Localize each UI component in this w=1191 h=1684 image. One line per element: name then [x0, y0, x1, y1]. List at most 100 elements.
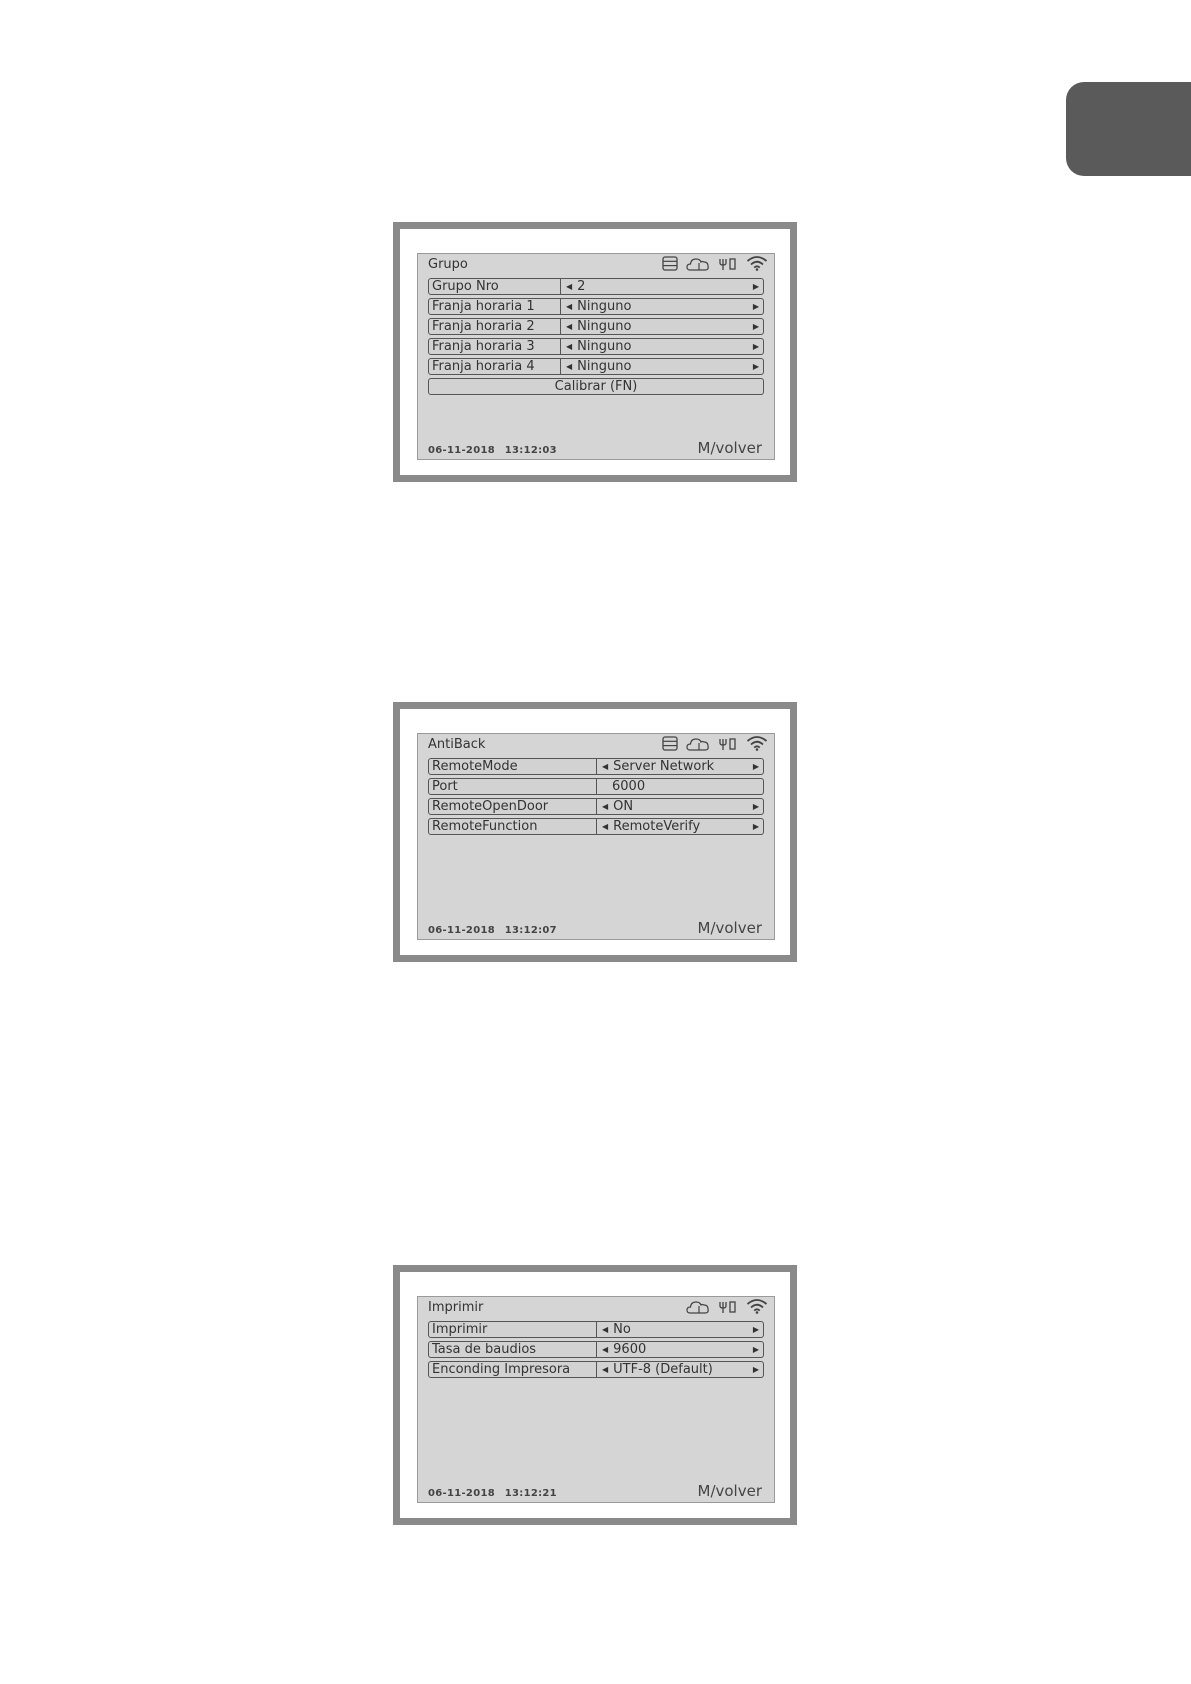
- menu-row-franja-horaria-2[interactable]: Franja horaria 2 ◀ Ninguno ▶: [428, 318, 764, 335]
- cloud-icon: [686, 737, 709, 751]
- brand-logo: M/volver: [697, 919, 763, 937]
- menu-row-grupo-nro[interactable]: Grupo Nro ◀ 2 ▶: [428, 278, 764, 295]
- row-label: Franja horaria 1: [429, 299, 561, 314]
- arrow-right-icon[interactable]: ▶: [753, 279, 759, 294]
- row-value[interactable]: ◀ 9600 ▶: [597, 1342, 763, 1357]
- menu-list: Imprimir ◀ No ▶ Tasa de baudios ◀ 9600 ▶ Enc…: [428, 1321, 764, 1381]
- menu-row-franja-horaria-3[interactable]: Franja horaria 3 ◀ Ninguno ▶: [428, 338, 764, 355]
- lcd-screen: Imprimir Imprimir ◀ No ▶ Tasa de baudios ◀…: [417, 1296, 775, 1503]
- time-text: 13:12:07: [504, 925, 557, 936]
- device-bezel: Imprimir Imprimir ◀ No ▶ Tasa de baudios ◀…: [400, 1272, 790, 1518]
- calibrate-button[interactable]: Calibrar (FN): [428, 378, 764, 395]
- date-text: 06-11-2018: [428, 1488, 495, 1499]
- datetime-readout: 06-11-2018 13:12:03: [428, 445, 557, 456]
- storage-icon: [662, 256, 678, 271]
- menu-row-port[interactable]: Port 6000: [428, 778, 764, 795]
- row-value-text: Ninguno: [577, 359, 632, 374]
- menu-row-franja-horaria-1[interactable]: Franja horaria 1 ◀ Ninguno ▶: [428, 298, 764, 315]
- row-value[interactable]: ◀ Ninguno ▶: [561, 359, 763, 374]
- screen-title: Grupo: [428, 257, 468, 272]
- cloud-icon: [686, 1300, 709, 1314]
- menu-row-franja-horaria-4[interactable]: Franja horaria 4 ◀ Ninguno ▶: [428, 358, 764, 375]
- device-bezel: Grupo Grupo Nro ◀ 2 ▶ Franja horaria 1 ◀ Ni…: [400, 229, 790, 475]
- row-label: RemoteOpenDoor: [429, 799, 597, 814]
- device-screen-imprimir: Imprimir Imprimir ◀ No ▶ Tasa de baudios ◀…: [393, 1265, 797, 1525]
- row-value[interactable]: ◀ Ninguno ▶: [561, 299, 763, 314]
- lcd-screen: AntiBack RemoteMode ◀ Server Network ▶ Por…: [417, 733, 775, 940]
- menu-row-tasa-de-baudios[interactable]: Tasa de baudios ◀ 9600 ▶: [428, 1341, 764, 1358]
- arrow-left-icon[interactable]: ◀: [566, 279, 572, 294]
- arrow-left-icon[interactable]: ◀: [602, 799, 608, 814]
- arrow-right-icon[interactable]: ▶: [753, 1322, 759, 1337]
- arrow-right-icon[interactable]: ▶: [753, 759, 759, 774]
- row-value[interactable]: ◀ Ninguno ▶: [561, 339, 763, 354]
- menu-row-remote-function[interactable]: RemoteFunction ◀ RemoteVerify ▶: [428, 818, 764, 835]
- row-value[interactable]: ◀ No ▶: [597, 1322, 763, 1337]
- arrow-right-icon[interactable]: ▶: [753, 799, 759, 814]
- menu-row-remote-mode[interactable]: RemoteMode ◀ Server Network ▶: [428, 758, 764, 775]
- arrow-right-icon[interactable]: ▶: [753, 359, 759, 374]
- arrow-right-icon[interactable]: ▶: [753, 319, 759, 334]
- menu-row-remote-open-door[interactable]: RemoteOpenDoor ◀ ON ▶: [428, 798, 764, 815]
- row-value-text: ON: [613, 799, 634, 814]
- row-label: RemoteMode: [429, 759, 597, 774]
- date-text: 06-11-2018: [428, 925, 495, 936]
- arrow-right-icon[interactable]: ▶: [753, 819, 759, 834]
- row-label: Grupo Nro: [429, 279, 561, 294]
- arrow-left-icon[interactable]: ◀: [566, 299, 572, 314]
- arrow-left-icon[interactable]: ◀: [566, 319, 572, 334]
- row-value[interactable]: ◀ UTF-8 (Default) ▶: [597, 1362, 763, 1377]
- arrow-left-icon[interactable]: ◀: [566, 359, 572, 374]
- row-value[interactable]: ◀ ON ▶: [597, 799, 763, 814]
- arrow-left-icon[interactable]: ◀: [602, 819, 608, 834]
- arrow-right-icon[interactable]: ▶: [753, 299, 759, 314]
- row-value-text: 2: [577, 279, 586, 294]
- usb-icon: [719, 737, 736, 750]
- calibrate-button-label: Calibrar (FN): [554, 379, 638, 394]
- datetime-readout: 06-11-2018 13:12:21: [428, 1488, 557, 1499]
- device-screen-grupo: Grupo Grupo Nro ◀ 2 ▶ Franja horaria 1 ◀ Ni…: [393, 222, 797, 482]
- arrow-left-icon[interactable]: ◀: [602, 1362, 608, 1377]
- wifi-icon: [746, 736, 768, 751]
- storage-icon: [662, 736, 678, 751]
- row-value[interactable]: ◀ RemoteVerify ▶: [597, 819, 763, 834]
- status-bar: [662, 736, 768, 751]
- arrow-right-icon[interactable]: ▶: [753, 1342, 759, 1357]
- menu-list: RemoteMode ◀ Server Network ▶ Port 6000 Re…: [428, 758, 764, 838]
- cloud-icon: [686, 257, 709, 271]
- row-value-text: Ninguno: [577, 319, 632, 334]
- row-value-text: No: [613, 1322, 631, 1337]
- row-value[interactable]: ◀ 2 ▶: [561, 279, 763, 294]
- row-value[interactable]: ◀ Ninguno ▶: [561, 319, 763, 334]
- screen-title: AntiBack: [428, 737, 486, 752]
- arrow-right-icon[interactable]: ▶: [753, 339, 759, 354]
- row-label: Franja horaria 4: [429, 359, 561, 374]
- row-value[interactable]: ◀ Server Network ▶: [597, 759, 763, 774]
- menu-row-imprimir[interactable]: Imprimir ◀ No ▶: [428, 1321, 764, 1338]
- arrow-left-icon[interactable]: ◀: [602, 1322, 608, 1337]
- row-label: Tasa de baudios: [429, 1342, 597, 1357]
- status-bar: [686, 1299, 768, 1314]
- usb-icon: [719, 1300, 736, 1313]
- device-screen-antiback: AntiBack RemoteMode ◀ Server Network ▶ Por…: [393, 702, 797, 962]
- time-text: 13:12:03: [504, 445, 557, 456]
- datetime-readout: 06-11-2018 13:12:07: [428, 925, 557, 936]
- time-text: 13:12:21: [504, 1488, 557, 1499]
- row-value-text: RemoteVerify: [613, 819, 701, 834]
- date-text: 06-11-2018: [428, 445, 495, 456]
- arrow-left-icon[interactable]: ◀: [566, 339, 572, 354]
- brand-logo: M/volver: [697, 439, 763, 457]
- arrow-right-icon[interactable]: ▶: [753, 1362, 759, 1377]
- arrow-left-icon[interactable]: ◀: [602, 759, 608, 774]
- row-value-text: UTF-8 (Default): [613, 1362, 713, 1377]
- arrow-left-icon[interactable]: ◀: [602, 1342, 608, 1357]
- row-value-text: Ninguno: [577, 339, 632, 354]
- row-label: RemoteFunction: [429, 819, 597, 834]
- port-input[interactable]: 6000: [597, 779, 763, 794]
- menu-row-encoding-impresora[interactable]: Enconding Impresora ◀ UTF-8 (Default) ▶: [428, 1361, 764, 1378]
- row-value-text: 9600: [613, 1342, 647, 1357]
- status-bar: [662, 256, 768, 271]
- row-value-text: Ninguno: [577, 299, 632, 314]
- row-value-text: 6000: [612, 779, 646, 794]
- wifi-icon: [746, 256, 768, 271]
